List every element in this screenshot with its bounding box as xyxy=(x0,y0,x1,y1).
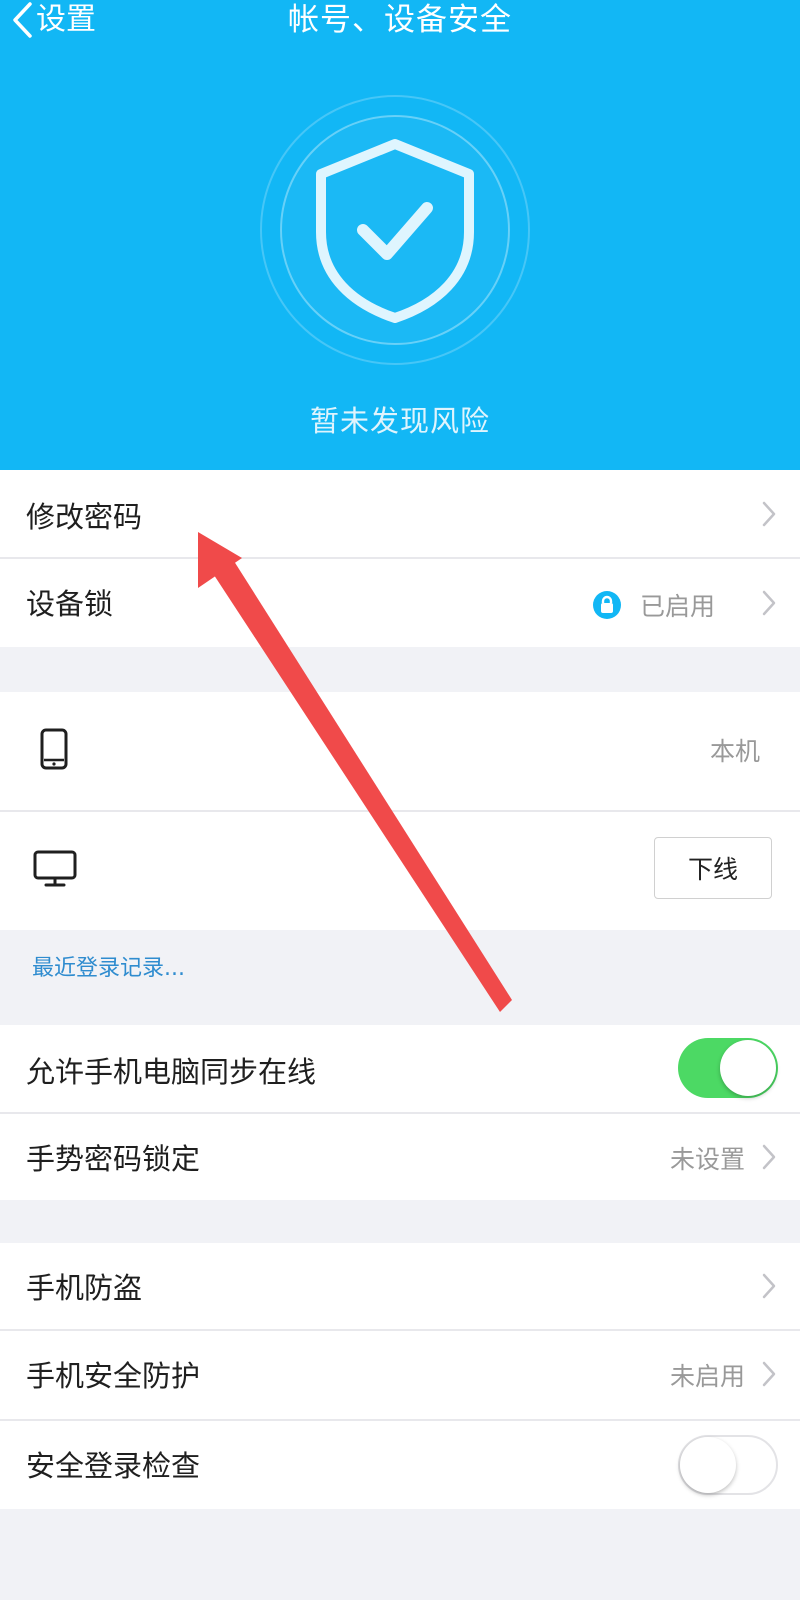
login-check-row: 安全登录检查 xyxy=(0,1421,800,1509)
anti-theft-label: 手机防盗 xyxy=(26,1271,143,1305)
chevron-right-icon xyxy=(762,590,776,616)
lock-icon xyxy=(593,591,621,619)
account-security-screen: 设置 帐号、设备安全 暂未发现风险 修改密码 设备锁 已启用 本机 下线 最近登… xyxy=(0,0,800,1600)
gesture-lock-row[interactable]: 手势密码锁定 未设置 xyxy=(0,1114,800,1200)
sync-online-label: 允许手机电脑同步在线 xyxy=(26,1055,317,1089)
chevron-right-icon xyxy=(762,501,776,527)
login-check-toggle[interactable] xyxy=(678,1435,778,1495)
toggle-knob xyxy=(680,1437,736,1493)
offline-button[interactable]: 下线 xyxy=(654,837,772,899)
toggle-knob xyxy=(720,1040,776,1096)
device-lock-label: 设备锁 xyxy=(26,587,114,621)
gesture-lock-status: 未设置 xyxy=(670,1145,746,1174)
sync-online-toggle[interactable] xyxy=(678,1038,778,1098)
device-lock-status: 已启用 xyxy=(640,592,716,621)
change-password-label: 修改密码 xyxy=(26,500,143,534)
this-device-row: 本机 xyxy=(0,692,800,810)
page-title: 帐号、设备安全 xyxy=(288,2,512,38)
chevron-right-icon xyxy=(762,1361,776,1387)
login-check-label: 安全登录检查 xyxy=(26,1449,201,1483)
chevron-right-icon xyxy=(762,1273,776,1299)
phone-icon xyxy=(40,728,68,774)
chevron-right-icon xyxy=(762,1144,776,1170)
change-password-row[interactable]: 修改密码 xyxy=(0,470,800,558)
this-device-label: 本机 xyxy=(710,737,761,766)
pc-device-row: 下线 xyxy=(0,812,800,930)
gesture-lock-label: 手势密码锁定 xyxy=(26,1142,201,1176)
security-status-text: 暂未发现风险 xyxy=(309,404,490,438)
monitor-icon xyxy=(33,850,77,892)
anti-theft-row[interactable]: 手机防盗 xyxy=(0,1243,800,1329)
header: 设置 帐号、设备安全 暂未发现风险 xyxy=(0,0,800,470)
security-protect-label: 手机安全防护 xyxy=(26,1359,201,1393)
device-lock-row[interactable]: 设备锁 已启用 xyxy=(0,559,800,647)
shield-check-icon xyxy=(255,92,535,372)
recent-login-link[interactable]: 最近登录记录... xyxy=(32,950,185,982)
security-protect-row[interactable]: 手机安全防护 未启用 xyxy=(0,1331,800,1419)
sync-online-row: 允许手机电脑同步在线 xyxy=(0,1025,800,1113)
security-protect-status: 未启用 xyxy=(670,1362,746,1391)
